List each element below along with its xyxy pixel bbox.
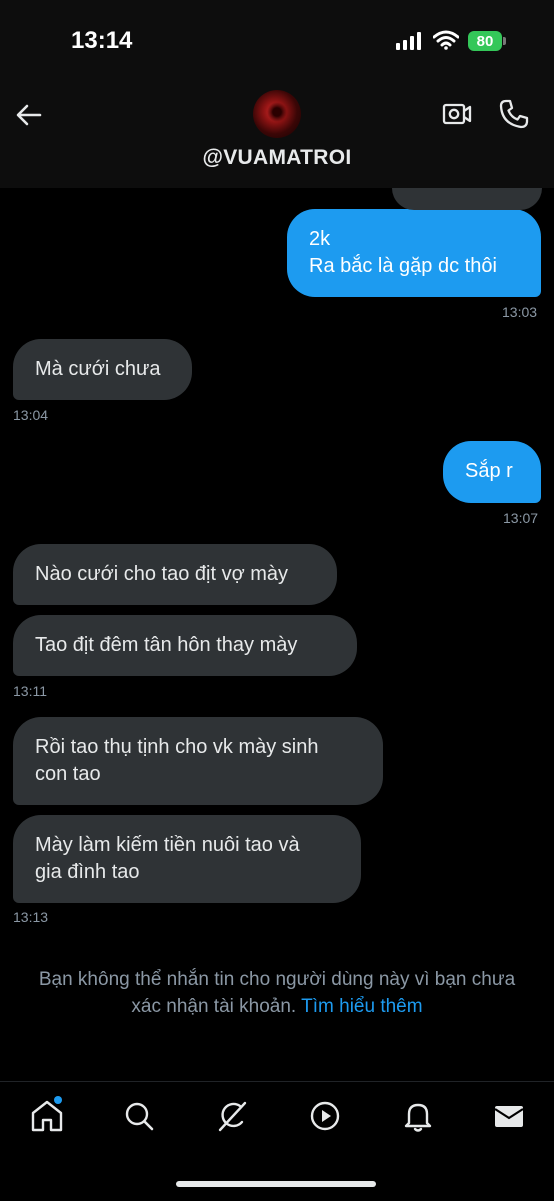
message-bubble-outgoing[interactable]: 2k Ra bắc là gặp dc thôi: [287, 209, 541, 297]
message-text-line: Rồi tao thụ tịnh cho vk mày sinh: [35, 736, 319, 758]
back-arrow-icon[interactable]: [14, 100, 44, 130]
mail-icon[interactable]: [491, 1098, 527, 1134]
signal-icon: [396, 30, 421, 50]
learn-more-link[interactable]: Tìm hiểu thêm: [301, 996, 422, 1017]
message-bubble-incoming[interactable]: Tao địt đêm tân hôn thay mày: [13, 615, 357, 676]
message-text-line: Nào cưới cho tao địt vợ mày: [35, 563, 289, 585]
message-timestamp: 13:04: [13, 407, 49, 423]
avatar[interactable]: [253, 90, 301, 138]
message-timestamp: 13:13: [13, 909, 49, 925]
search-icon[interactable]: [121, 1098, 157, 1134]
bell-icon[interactable]: [400, 1098, 436, 1134]
message-text-line: Mà cưới chưa: [35, 358, 161, 380]
video-call-icon[interactable]: [441, 98, 473, 130]
message-text-line: Mày làm kiếm tiền nuôi tao và: [35, 834, 300, 856]
grok-icon[interactable]: [214, 1098, 250, 1134]
conversation-header: @VUAMATROI: [0, 80, 554, 188]
message-bubble-incoming[interactable]: Nào cưới cho tao địt vợ mày: [13, 544, 337, 605]
message-bubble-incoming[interactable]: Mà cưới chưa: [13, 339, 192, 400]
status-bar: 13:14 80: [0, 0, 554, 80]
wifi-icon: [433, 30, 459, 50]
message-timestamp: 13:11: [13, 683, 47, 699]
message-bubble-incoming[interactable]: Rồi tao thụ tịnh cho vk mày sinh con tao: [13, 717, 383, 805]
play-icon[interactable]: [307, 1098, 343, 1134]
message-bubble-incoming[interactable]: Mày làm kiếm tiền nuôi tao và gia đình t…: [13, 815, 361, 903]
notice-text-line: xác nhận tài khoản.: [131, 996, 297, 1017]
message-text-line: Sắp r: [465, 460, 513, 482]
status-time: 13:14: [71, 27, 133, 54]
message-timestamp: 13:03: [502, 304, 538, 320]
user-handle[interactable]: @VUAMATROI: [0, 146, 554, 170]
notice-text-line: Bạn không thể nhắn tin cho người dùng nà…: [38, 969, 516, 990]
phone-call-icon[interactable]: [498, 98, 530, 130]
message-text-line: Ra bắc là gặp dc thôi: [309, 255, 497, 277]
message-text-line: gia đình tao: [35, 861, 140, 883]
message-text-line: 2k: [309, 228, 331, 250]
message-timestamp: 13:07: [503, 510, 539, 526]
battery-tip: [503, 37, 506, 45]
notification-dot: [54, 1096, 62, 1104]
cannot-message-notice: Bạn không thể nhắn tin cho người dùng nà…: [0, 966, 554, 1020]
home-indicator[interactable]: [176, 1181, 376, 1187]
message-text-line: Tao địt đêm tân hôn thay mày: [35, 634, 298, 656]
message-text-line: con tao: [35, 763, 101, 785]
battery-icon: 80: [468, 31, 502, 51]
message-bubble-outgoing[interactable]: Sắp r: [443, 441, 541, 503]
